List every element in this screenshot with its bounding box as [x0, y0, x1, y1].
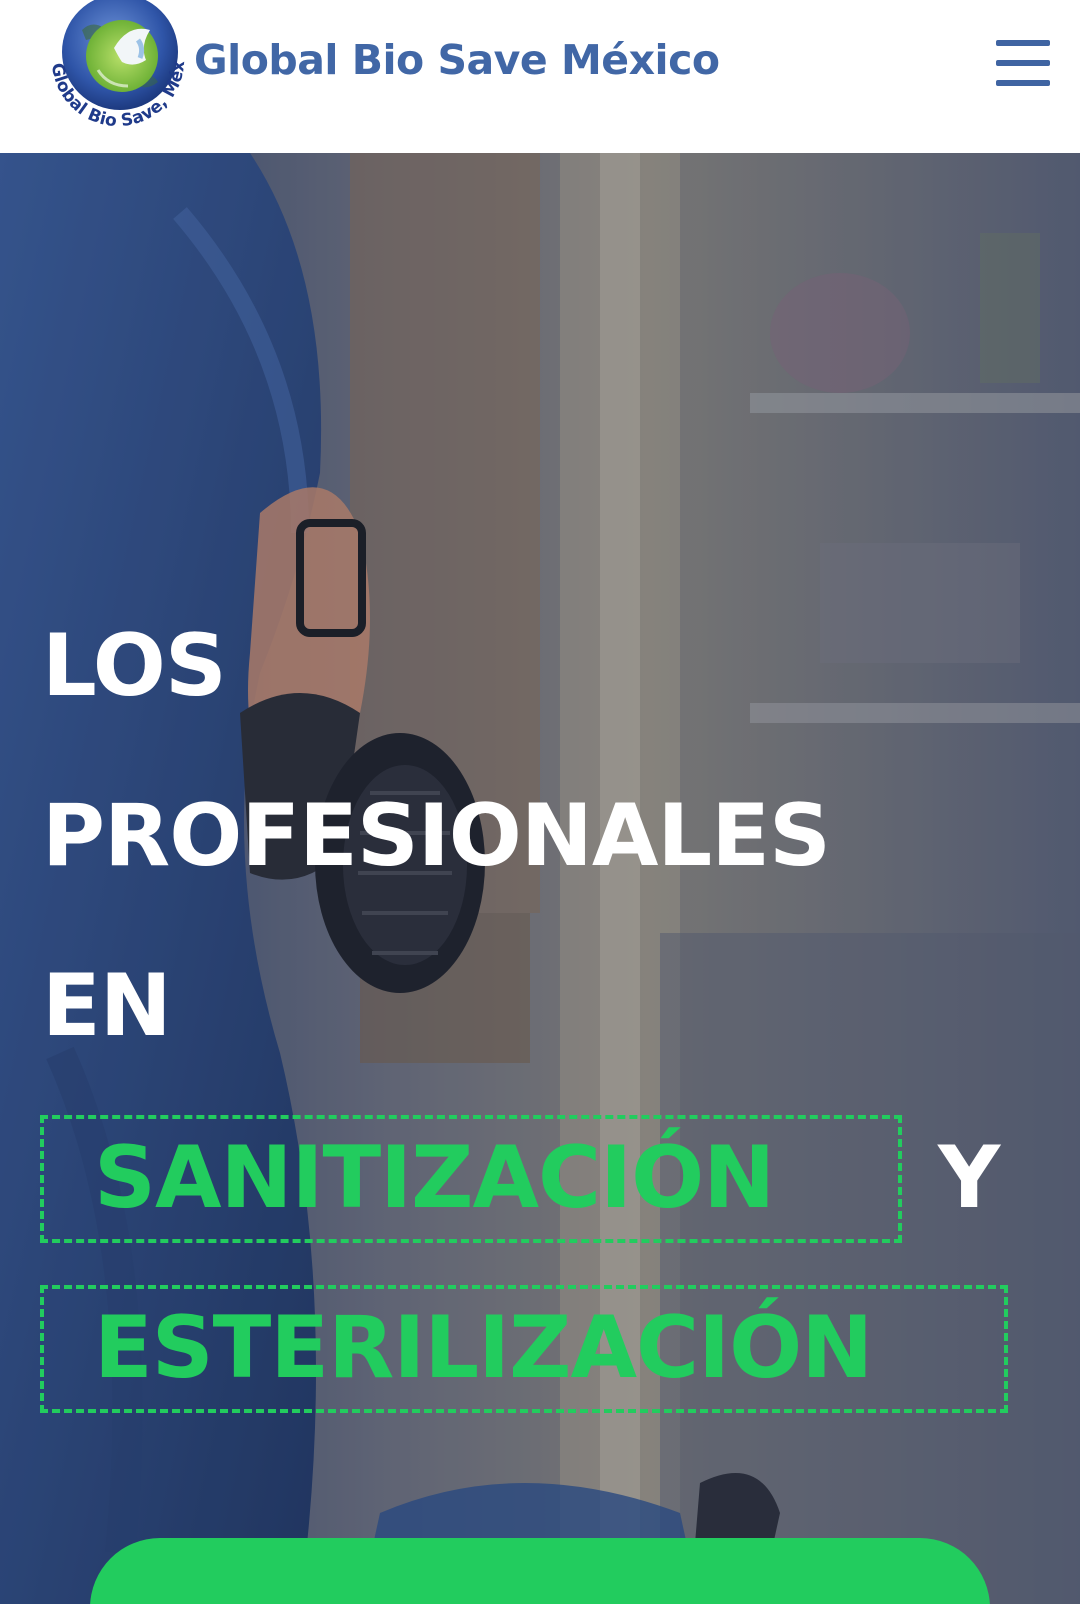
site-header: Global Bio Save, México Global Bio Save …	[0, 0, 1080, 153]
headline-connector: Y	[938, 1128, 1001, 1228]
headline-line-2: PROFESIONALES	[42, 786, 831, 886]
hero-section: LOS PROFESIONALES EN SANITIZACIÓN Y ESTE…	[0, 153, 1080, 1604]
highlight-sanitizacion: SANITIZACIÓN	[94, 1128, 775, 1228]
headline-line-1: LOS	[42, 616, 227, 716]
globe-logo-icon: Global Bio Save, México	[36, 0, 189, 131]
hamburger-menu-icon[interactable]	[996, 36, 1054, 90]
menu-bar	[996, 80, 1050, 86]
highlight-esterilizacion: ESTERILIZACIÓN	[94, 1298, 873, 1398]
menu-bar	[996, 60, 1050, 66]
menu-bar	[996, 40, 1050, 46]
headline-line-3: EN	[42, 956, 172, 1056]
brand-name[interactable]: Global Bio Save México	[194, 36, 720, 84]
cta-button[interactable]	[90, 1538, 990, 1604]
logo[interactable]: Global Bio Save, México	[36, 0, 194, 142]
